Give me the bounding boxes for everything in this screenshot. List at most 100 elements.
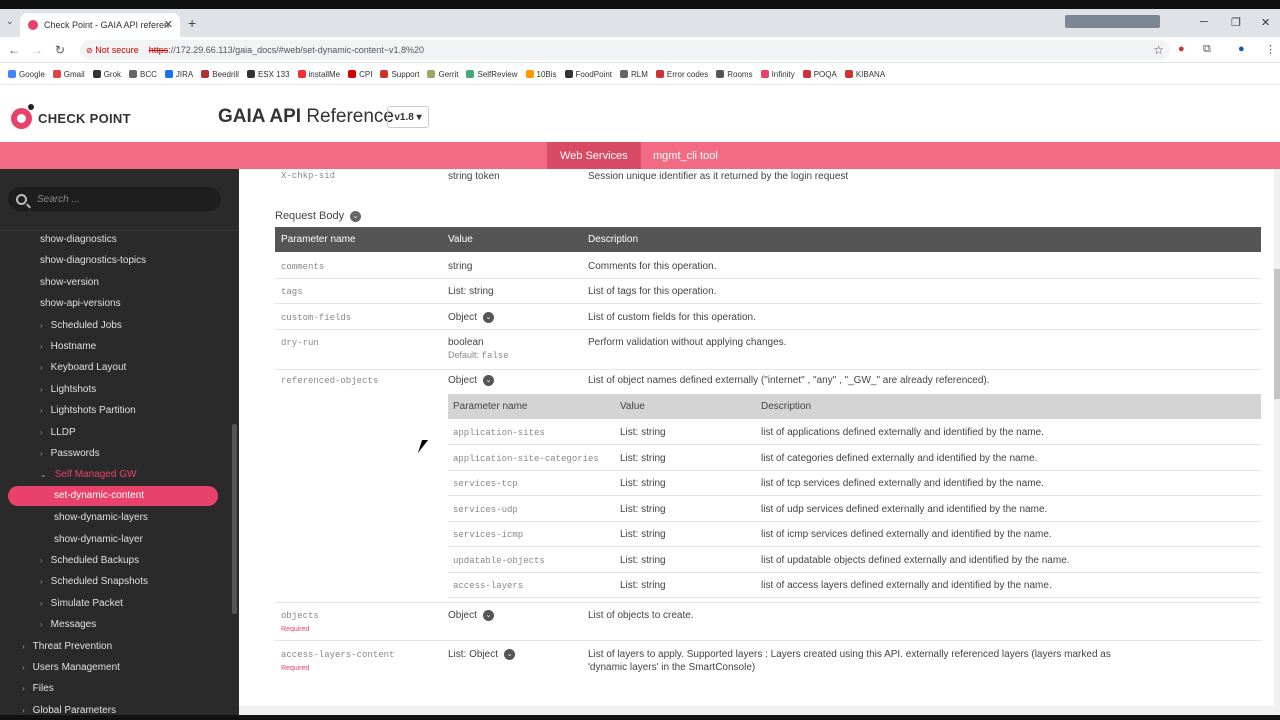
reload-icon[interactable]: ↻ <box>55 43 65 57</box>
sidebar-item[interactable]: › Lightshots Partition <box>40 405 136 416</box>
page-header: CHECK POINT GAIA API Reference v1.8 ▾ <box>0 85 1280 142</box>
sidebar-item[interactable]: › Scheduled Jobs <box>40 320 122 331</box>
version-dropdown[interactable]: v1.8 ▾ <box>387 106 429 128</box>
window-close-icon[interactable]: ✕ <box>1261 16 1270 29</box>
sidebar-item[interactable]: › Keyboard Layout <box>40 362 126 373</box>
bookmark-item[interactable]: RLM <box>619 63 648 84</box>
sidebar-item[interactable]: › Threat Prevention <box>22 641 112 652</box>
sidebar-item[interactable]: show-diagnostics <box>40 234 117 245</box>
minimize-icon[interactable]: ─ <box>1200 16 1208 28</box>
bookmark-item[interactable]: Beedrill <box>201 63 239 84</box>
chevron-down-icon[interactable]: ⌄ <box>40 470 47 479</box>
sidebar-item[interactable]: show-dynamic-layer <box>54 534 143 545</box>
sidebar-item[interactable]: show-version <box>40 277 99 288</box>
bookmark-item[interactable]: Infinity <box>760 63 795 84</box>
horizontal-scrollbar[interactable] <box>239 706 1280 715</box>
bookmark-item[interactable]: BCC <box>129 63 157 84</box>
main-scrollbar[interactable] <box>1274 169 1280 706</box>
bookmark-item[interactable]: 10Bis <box>525 63 557 84</box>
bookmark-favicon-icon <box>129 70 138 78</box>
check-point-logo[interactable]: CHECK POINT <box>11 104 131 129</box>
sidebar-item[interactable]: › Scheduled Backups <box>40 555 139 566</box>
expand-object-icon[interactable]: ⌄ <box>482 312 494 323</box>
expand-object-icon[interactable]: ⌄ <box>482 375 494 386</box>
bookmark-item[interactable]: JIRA <box>164 63 193 84</box>
bookmark-item[interactable]: SelfReview <box>466 63 518 84</box>
sidebar-item[interactable]: › Global Parameters <box>22 705 116 715</box>
sidebar-item[interactable]: › Messages <box>40 619 96 630</box>
sidebar-item[interactable]: › Simulate Packet <box>40 598 123 609</box>
profile-icon[interactable]: ● <box>1238 43 1245 55</box>
expand-object-icon[interactable]: ⌄ <box>504 649 516 660</box>
chevron-right-icon[interactable]: › <box>40 342 43 351</box>
new-tab-icon[interactable]: + <box>188 15 196 31</box>
bookmark-favicon-icon <box>164 70 173 78</box>
maximize-icon[interactable]: ❐ <box>1231 16 1241 29</box>
bookmark-item[interactable]: CPI <box>348 63 372 84</box>
bookmark-item[interactable]: ESX 133 <box>246 63 290 84</box>
forward-icon[interactable]: → <box>31 43 43 57</box>
bookmark-item[interactable]: KIBANA <box>844 63 885 84</box>
bookmark-item[interactable]: FoodPoint <box>564 63 612 84</box>
menu-kebab-icon[interactable]: ⋮ <box>1265 43 1276 56</box>
chevron-right-icon[interactable]: › <box>40 449 43 458</box>
chevron-right-icon[interactable]: › <box>22 706 25 715</box>
chevron-right-icon[interactable]: › <box>40 363 43 372</box>
chevron-right-icon[interactable]: › <box>40 620 43 629</box>
chevron-right-icon[interactable]: › <box>22 684 25 693</box>
bookmark-item[interactable]: Google <box>8 63 45 84</box>
url-field[interactable]: ⊘ Not secure https ://172.29.66.113/gaia… <box>80 40 1170 60</box>
sidebar-item[interactable]: › Passwords <box>40 448 100 459</box>
search-input[interactable]: Search ... <box>8 187 221 211</box>
sidebar-item[interactable]: › LLDP <box>40 427 76 438</box>
chevron-right-icon[interactable]: › <box>40 321 43 330</box>
logo-mark-icon <box>11 104 34 129</box>
sidebar-item[interactable]: show-dynamic-layers <box>54 512 148 523</box>
chevron-right-icon[interactable]: › <box>22 642 25 651</box>
sidebar-item[interactable]: ⌄ Self Managed GW <box>40 469 136 480</box>
sidebar-item[interactable]: show-api-versions <box>40 298 121 309</box>
sidebar-item[interactable]: › Files <box>22 683 54 694</box>
request-body-title[interactable]: Request Body ⌄ <box>275 210 362 222</box>
bookmark-item[interactable]: Rooms <box>716 63 753 84</box>
favicon-icon <box>28 20 38 30</box>
col-param-name: Parameter name <box>281 234 356 245</box>
sidebar-item[interactable]: › Scheduled Snapshots <box>40 576 148 587</box>
expand-object-icon[interactable]: ⌄ <box>482 610 494 621</box>
extensions-puzzle-icon[interactable]: ⧉ <box>1203 43 1211 56</box>
bookmark-item[interactable]: Gmail <box>52 63 85 84</box>
tab-close-icon[interactable]: ✕ <box>164 18 173 31</box>
scroll-thumb[interactable] <box>1274 269 1280 399</box>
sidebar-item[interactable]: › Lightshots <box>40 384 96 395</box>
bookmark-item[interactable]: Grok <box>92 63 121 84</box>
bookmark-item[interactable]: Gerrit <box>427 63 458 84</box>
bookmark-item[interactable]: Error codes <box>655 63 708 84</box>
chevron-right-icon[interactable]: › <box>40 428 43 437</box>
sidebar-item[interactable]: › Hostname <box>40 341 96 352</box>
tab-web-services[interactable]: Web Services <box>547 142 641 169</box>
chevron-right-icon[interactable]: › <box>40 385 43 394</box>
row-divider <box>448 597 1261 598</box>
chevron-right-icon[interactable]: › <box>40 599 43 608</box>
chevron-right-icon[interactable]: › <box>22 663 25 672</box>
bookmark-item[interactable]: installMe <box>297 63 340 84</box>
tab-mgmt-cli[interactable]: mgmt_cli tool <box>640 142 731 169</box>
sidebar-scrollbar[interactable] <box>232 424 237 614</box>
bookmark-item[interactable]: Support <box>380 63 419 84</box>
browser-tab[interactable]: Check Point - GAIA API referen ✕ <box>20 13 180 37</box>
sidebar-item[interactable]: › Users Management <box>22 662 120 673</box>
bookmark-favicon-icon <box>297 70 306 78</box>
chevron-right-icon[interactable]: › <box>40 577 43 586</box>
sidebar-item[interactable]: show-diagnostics-topics <box>40 255 146 266</box>
bookmark-star-icon[interactable]: ☆ <box>1153 43 1164 57</box>
back-icon[interactable]: ← <box>8 43 20 57</box>
extension-icon[interactable]: ● <box>1178 43 1185 55</box>
collapse-icon[interactable]: ⌄ <box>350 210 362 222</box>
tab-search-icon[interactable]: ⌄ <box>6 16 14 27</box>
sidebar-item[interactable]: set-dynamic-content <box>8 485 218 506</box>
chevron-right-icon[interactable]: › <box>40 406 43 415</box>
bookmark-item[interactable]: POQA <box>802 63 837 84</box>
row-divider <box>448 444 1261 445</box>
chevron-right-icon[interactable]: › <box>40 556 43 565</box>
sidebar-divider <box>0 230 239 231</box>
